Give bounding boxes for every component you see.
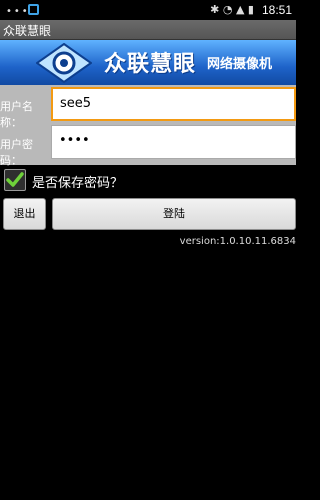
checkmark-icon xyxy=(6,172,24,187)
save-password-label[interactable]: 是否保存密码？ xyxy=(32,172,123,191)
notification-app-icon xyxy=(28,4,39,15)
notification-dots-icon: ••• xyxy=(6,6,30,17)
app-title-bar: 众联慧眼 xyxy=(0,20,296,40)
brand-banner: 众联慧眼 网络摄像机 xyxy=(0,40,296,85)
brand-name: 众联慧眼 xyxy=(104,52,197,77)
app-title: 众联慧眼 xyxy=(3,24,52,38)
login-button[interactable]: 登陆 xyxy=(52,198,296,230)
password-input[interactable]: •••• xyxy=(51,125,296,159)
camera-logo-icon xyxy=(36,43,92,83)
username-input[interactable]: see5 xyxy=(51,87,296,121)
username-label: 用户名称： xyxy=(0,100,33,129)
login-form: 用户名称： see5 用户密码： •••• xyxy=(0,85,296,167)
status-time: 18:51 xyxy=(261,3,292,17)
version-text: version:1.0.10.11.6834 xyxy=(179,236,296,247)
exit-button[interactable]: 退出 xyxy=(3,198,46,230)
save-password-checkbox[interactable] xyxy=(4,169,26,191)
brand-subtitle: 网络摄像机 xyxy=(207,57,273,72)
status-bar: ••• ✱ ◔ ▲ ▮ 18:51 xyxy=(0,0,296,20)
password-label: 用户密码： xyxy=(0,138,33,167)
system-icons: ✱ ◔ ▲ ▮ xyxy=(210,3,254,16)
